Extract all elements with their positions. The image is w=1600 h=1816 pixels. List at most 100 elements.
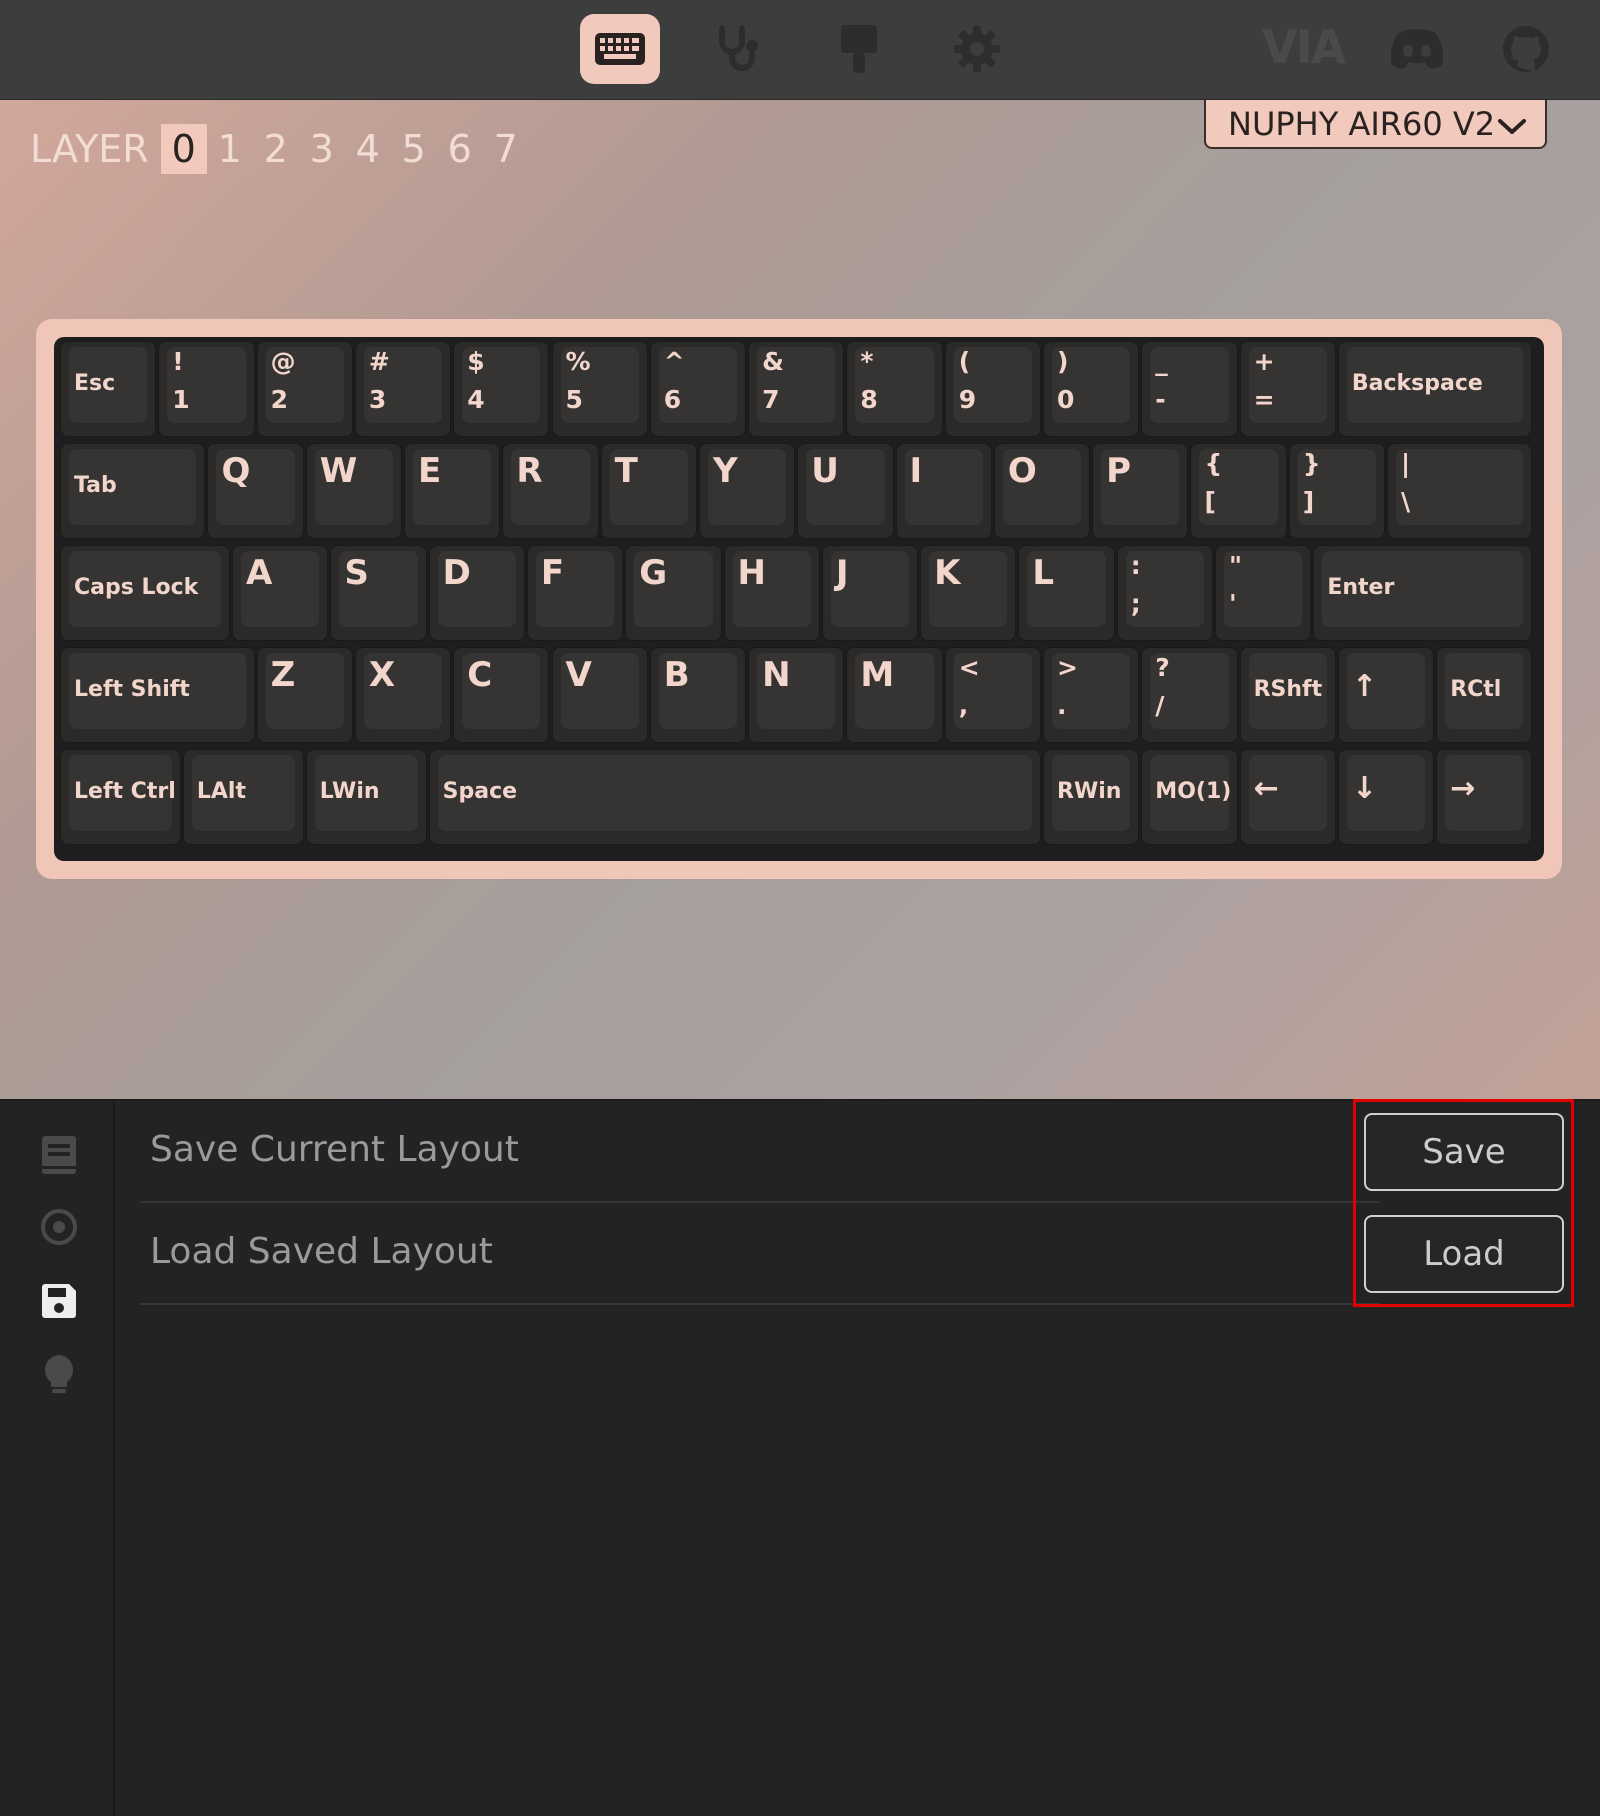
discord-link[interactable] bbox=[1377, 14, 1457, 84]
key-r1-c0[interactable]: Tab bbox=[60, 443, 206, 539]
key-label: D bbox=[442, 553, 471, 593]
device-select[interactable]: NUPHY AIR60 V2 bbox=[1204, 100, 1547, 149]
key-r0-c10[interactable]: ) 0 bbox=[1043, 341, 1140, 437]
key-r2-c0[interactable]: Caps Lock bbox=[60, 545, 231, 641]
key-r2-c8[interactable]: K bbox=[920, 545, 1017, 641]
nav-settings-button[interactable] bbox=[937, 14, 1017, 84]
key-r1-c11[interactable]: { [ bbox=[1190, 443, 1287, 539]
key-r2-c4[interactable]: F bbox=[526, 545, 624, 641]
via-brand-logo[interactable]: VIA bbox=[1262, 20, 1346, 74]
key-r1-c13[interactable]: | \ bbox=[1387, 443, 1533, 539]
key-r0-c1[interactable]: ! 1 bbox=[158, 341, 255, 437]
key-r2-c7[interactable]: J bbox=[821, 545, 919, 641]
key-r2-c11[interactable]: " ' bbox=[1215, 545, 1312, 641]
key-r0-c4[interactable]: $ 4 bbox=[453, 341, 550, 437]
layer-3-button[interactable]: 3 bbox=[299, 124, 345, 174]
key-r3-c6[interactable]: N bbox=[748, 647, 845, 743]
key-r3-c12[interactable]: ↑ bbox=[1337, 647, 1435, 743]
key-r2-c1[interactable]: A bbox=[232, 545, 329, 641]
layer-2-button[interactable]: 2 bbox=[253, 124, 299, 174]
highlight-box bbox=[1353, 1099, 1574, 1307]
key-r0-c7[interactable]: & 7 bbox=[748, 341, 845, 437]
nav-design-button[interactable] bbox=[819, 14, 899, 84]
key-r2-c6[interactable]: H bbox=[723, 545, 820, 641]
key-r0-c12[interactable]: + = bbox=[1239, 341, 1336, 437]
key-r0-c0[interactable]: Esc bbox=[60, 341, 157, 437]
key-r1-c12[interactable]: } ] bbox=[1288, 443, 1386, 539]
key-r1-c2[interactable]: W bbox=[305, 443, 403, 539]
key-r1-c5[interactable]: T bbox=[600, 443, 697, 539]
key-label: I bbox=[909, 451, 923, 491]
chevron-down-icon bbox=[1497, 108, 1527, 146]
key-r3-c8[interactable]: < , bbox=[944, 647, 1041, 743]
layer-4-button[interactable]: 4 bbox=[345, 124, 391, 174]
macro-icon[interactable] bbox=[40, 1207, 78, 1247]
key-r3-c0[interactable]: Left Shift bbox=[60, 647, 255, 743]
key-r3-c13[interactable]: RCtl bbox=[1436, 647, 1533, 743]
key-r4-c5[interactable]: MO(1) bbox=[1141, 749, 1238, 845]
key-r0-c5[interactable]: % 5 bbox=[551, 341, 648, 437]
key-label: S bbox=[344, 553, 369, 593]
nav-configure-button[interactable] bbox=[580, 14, 660, 84]
layer-6-button[interactable]: 6 bbox=[437, 124, 483, 174]
key-label: Backspace bbox=[1351, 371, 1483, 396]
key-r0-c2[interactable]: @ 2 bbox=[256, 341, 353, 437]
key-r4-c2[interactable]: LWin bbox=[305, 749, 427, 845]
key-label: RCtl bbox=[1450, 677, 1502, 702]
book-icon[interactable] bbox=[40, 1135, 78, 1175]
key-r3-c10[interactable]: ? / bbox=[1141, 647, 1238, 743]
key-r0-c11[interactable]: _ - bbox=[1141, 341, 1238, 437]
load-layout-label: Load Saved Layout bbox=[150, 1231, 493, 1272]
key-r1-c4[interactable]: R bbox=[502, 443, 599, 539]
configure-area: L A Y ER 0 1 2 3 4 5 6 7 NUPHY AIR60 V2 Esc… bbox=[0, 100, 1600, 1099]
key-r3-c11[interactable]: RShft bbox=[1239, 647, 1336, 743]
key-r3-c7[interactable]: M bbox=[846, 647, 943, 743]
key-r2-c5[interactable]: G bbox=[625, 545, 722, 641]
key-r4-c7[interactable]: ↓ bbox=[1337, 749, 1435, 845]
save-icon[interactable] bbox=[40, 1281, 78, 1321]
key-r4-c0[interactable]: Left Ctrl bbox=[60, 749, 181, 845]
key-r0-c6[interactable]: ^ 6 bbox=[649, 341, 747, 437]
key-r4-c4[interactable]: RWin bbox=[1043, 749, 1140, 845]
github-icon bbox=[1502, 25, 1550, 73]
key-r1-c6[interactable]: Y bbox=[698, 443, 796, 539]
key-r0-c9[interactable]: ( 9 bbox=[944, 341, 1041, 437]
key-r1-c7[interactable]: U bbox=[797, 443, 894, 539]
key-r2-c2[interactable]: S bbox=[330, 545, 427, 641]
key-label: W bbox=[319, 451, 358, 491]
key-r4-c3[interactable]: Space bbox=[428, 749, 1041, 845]
layer-0-button[interactable]: 0 bbox=[160, 124, 207, 174]
github-link[interactable] bbox=[1486, 14, 1566, 84]
key-r3-c4[interactable]: V bbox=[551, 647, 648, 743]
key-label: Z bbox=[270, 655, 296, 695]
key-r4-c8[interactable]: → bbox=[1436, 749, 1533, 845]
key-r0-c3[interactable]: # 3 bbox=[354, 341, 452, 437]
key-label: Q bbox=[221, 451, 251, 491]
key-r1-c8[interactable]: I bbox=[895, 443, 992, 539]
key-r1-c3[interactable]: E bbox=[404, 443, 501, 539]
key-r2-c10[interactable]: : ; bbox=[1116, 545, 1214, 641]
layer-5-button[interactable]: 5 bbox=[391, 124, 437, 174]
key-label: K bbox=[934, 553, 961, 593]
key-r3-c5[interactable]: B bbox=[649, 647, 747, 743]
key-r3-c2[interactable]: X bbox=[354, 647, 452, 743]
key-r4-c6[interactable]: ← bbox=[1239, 749, 1336, 845]
key-label: ( 9 bbox=[958, 347, 977, 414]
key-r3-c1[interactable]: Z bbox=[256, 647, 353, 743]
key-r2-c3[interactable]: D bbox=[428, 545, 525, 641]
key-r4-c1[interactable]: LAlt bbox=[182, 749, 304, 845]
key-r1-c10[interactable]: P bbox=[1092, 443, 1189, 539]
lightbulb-icon[interactable] bbox=[40, 1355, 78, 1395]
nav-test-button[interactable] bbox=[699, 14, 779, 84]
key-r1-c9[interactable]: O bbox=[993, 443, 1091, 539]
key-r3-c9[interactable]: > . bbox=[1043, 647, 1140, 743]
key-r2-c9[interactable]: L bbox=[1018, 545, 1115, 641]
key-r0-c8[interactable]: * 8 bbox=[846, 341, 943, 437]
layer-1-button[interactable]: 1 bbox=[207, 124, 253, 174]
save-layout-row: Save Current Layout bbox=[140, 1101, 1380, 1203]
key-r3-c3[interactable]: C bbox=[453, 647, 550, 743]
layer-7-button[interactable]: 7 bbox=[483, 124, 529, 174]
key-r1-c1[interactable]: Q bbox=[207, 443, 304, 539]
key-r0-c13[interactable]: Backspace bbox=[1337, 341, 1533, 437]
key-r2-c12[interactable]: Enter bbox=[1313, 545, 1533, 641]
